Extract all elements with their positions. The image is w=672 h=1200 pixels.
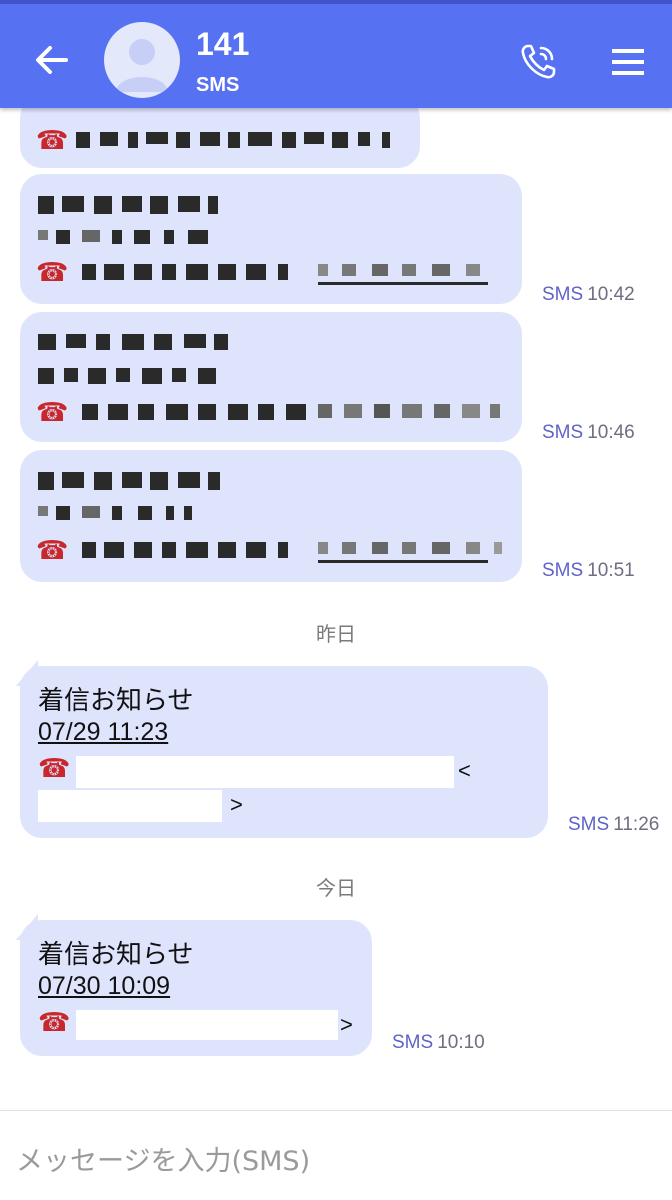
avatar[interactable] [104, 22, 180, 98]
message-timestamp: SMS 10:10 [392, 1032, 485, 1054]
message-bubble-redacted[interactable]: ☎ [20, 174, 522, 304]
telephone-icon: ☎ [36, 398, 69, 428]
message-time: 10:51 [587, 560, 635, 581]
message-bubble[interactable]: 着信お知らせ 07/29 11:23 ☎ < > [16, 660, 548, 838]
message-time: 10:10 [437, 1032, 485, 1053]
hamburger-menu-icon [612, 49, 644, 75]
bracket-close: > [230, 792, 243, 817]
telephone-icon: ☎ [36, 536, 69, 566]
message-bubble-redacted[interactable]: ☎ [20, 312, 522, 442]
pixelated-text [38, 364, 228, 390]
contact-name: 141 [196, 26, 250, 62]
message-datetime-link[interactable]: 07/30 10:09 [38, 972, 170, 1001]
telephone-icon: ☎ [38, 754, 71, 784]
menu-button[interactable] [606, 40, 650, 84]
call-button[interactable] [516, 40, 560, 84]
message-timestamp: SMS 10:51 [542, 560, 635, 582]
pixelated-text [70, 108, 250, 124]
message-title: 着信お知らせ [38, 940, 194, 970]
back-button[interactable] [28, 36, 76, 84]
bracket-close: > [340, 1012, 353, 1037]
message-channel: SMS [542, 422, 584, 443]
pixelated-text [82, 260, 502, 286]
message-input-bar [0, 1110, 672, 1200]
pixelated-text [38, 502, 198, 528]
pixelated-text [82, 400, 502, 426]
message-list[interactable]: ☎ ☎ SMS 10:42 ☎ SMS 10:46 ☎ SMS 10:51 昨日… [0, 108, 672, 1110]
date-separator: 昨日 [316, 622, 356, 646]
telephone-icon: ☎ [36, 258, 69, 288]
phone-call-icon [521, 44, 556, 79]
message-timestamp: SMS 11:26 [568, 814, 659, 836]
message-channel: SMS [392, 1032, 434, 1053]
message-time: 11:26 [613, 814, 660, 835]
message-datetime-link[interactable]: 07/29 11:23 [38, 718, 168, 747]
pixelated-text [38, 330, 238, 356]
message-title: 着信お知らせ [38, 686, 194, 716]
message-timestamp: SMS 10:42 [542, 284, 635, 306]
date-separator: 今日 [316, 876, 356, 900]
contact-channel: SMS [196, 74, 240, 96]
pixelated-text [38, 468, 228, 494]
redacted-area [38, 790, 222, 822]
pixelated-text [38, 226, 228, 252]
message-bubble-redacted[interactable]: ☎ [20, 450, 522, 582]
message-input[interactable] [16, 1139, 656, 1183]
message-channel: SMS [568, 814, 610, 835]
redacted-area [76, 1010, 338, 1040]
pixelated-text [76, 128, 396, 154]
app-header: 141 SMS [0, 0, 672, 108]
message-timestamp: SMS 10:46 [542, 422, 635, 444]
telephone-icon: ☎ [36, 126, 69, 156]
person-icon [116, 39, 168, 92]
arrow-left-icon [36, 46, 68, 74]
telephone-icon: ☎ [38, 1008, 71, 1038]
message-channel: SMS [542, 284, 584, 305]
message-time: 10:46 [587, 422, 635, 443]
pixelated-text [82, 538, 512, 564]
bracket-open: < [458, 758, 471, 783]
redacted-area [76, 756, 454, 788]
message-bubble[interactable]: 着信お知らせ 07/30 10:09 ☎ > [16, 914, 372, 1056]
pixelated-text [38, 192, 228, 218]
message-time: 10:42 [587, 284, 635, 305]
message-bubble-redacted[interactable]: ☎ [20, 108, 420, 168]
message-channel: SMS [542, 560, 584, 581]
